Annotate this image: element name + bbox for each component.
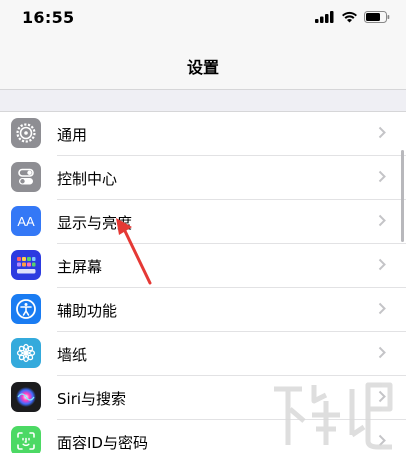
chevron-right-icon [378,170,386,183]
text-size-icon: AA [11,206,41,236]
settings-row-label: 主屏幕 [57,258,103,276]
settings-row-label: 通用 [57,126,88,144]
status-time: 16:55 [22,8,75,27]
wallpaper-flower-icon [11,338,41,368]
chevron-right-icon [378,346,386,359]
text-size-icon-glyph: AA [17,213,35,229]
scroll-indicator[interactable] [401,150,404,242]
battery-icon [364,11,390,23]
section-spacer [0,90,406,112]
settings-row-label: 面容ID与密码 [57,434,148,452]
annotation-arrow-icon [116,218,152,285]
settings-row-display-brightness[interactable]: AA 显示与亮度 [0,200,406,244]
settings-row-accessibility[interactable]: 辅助功能 [0,288,406,332]
watermark-logo-icon [274,382,393,450]
settings-row-label: 辅助功能 [57,302,118,320]
settings-row-general[interactable]: 通用 [0,112,406,156]
chevron-right-icon [378,214,386,227]
settings-row-wallpaper[interactable]: 墙纸 [0,332,406,376]
chevron-right-icon [378,302,386,315]
settings-row-home-screen[interactable]: 主屏幕 [0,244,406,288]
status-bar: 16:55 [0,0,406,40]
home-grid-icon [11,250,41,280]
siri-icon [11,382,41,412]
navigation-bar: 设置 [0,40,406,90]
accessibility-icon [11,294,41,324]
page-title: 设置 [186,58,219,77]
chevron-right-icon [378,258,386,271]
wifi-icon [342,11,357,23]
status-icons [315,11,390,23]
toggles-icon [11,162,41,192]
settings-row-label: 控制中心 [57,170,118,188]
settings-row-label: Siri与搜索 [57,390,127,408]
settings-row-control-center[interactable]: 控制中心 [0,156,406,200]
cellular-signal-icon [315,11,334,23]
chevron-right-icon [378,126,386,139]
face-id-icon [11,426,41,453]
settings-row-label: 墙纸 [57,346,88,364]
gear-icon [11,118,41,148]
